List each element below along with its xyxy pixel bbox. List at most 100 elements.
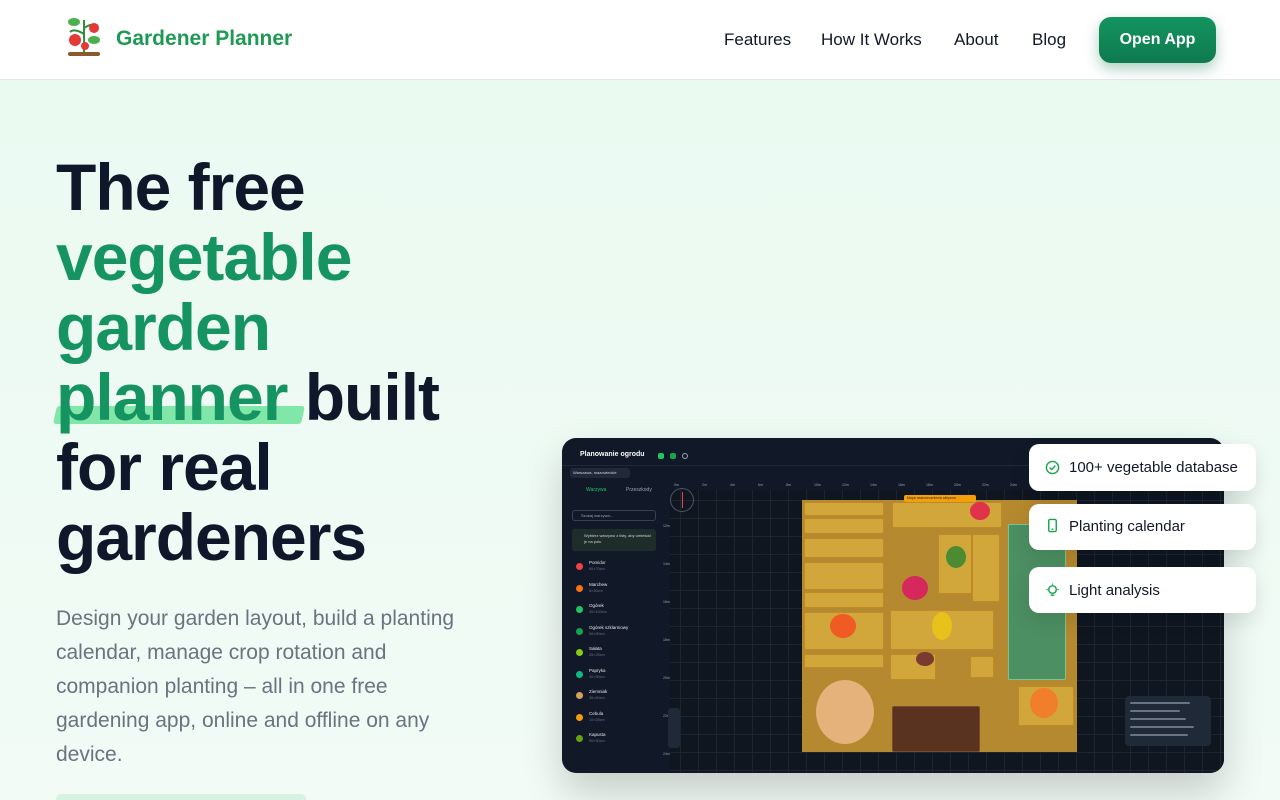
ruler-tick: 20m — [954, 483, 961, 487]
vegetable-list-item: Marchew 5×30cm — [572, 579, 656, 601]
hero-description: Design your garden layout, build a plant… — [56, 607, 455, 766]
tab-obstacles: Przeszkody — [626, 487, 652, 493]
hero-title-line: planner built — [56, 362, 536, 432]
leaf-icon — [658, 453, 664, 459]
vegetable-list-item: Ogórek 40×100cm — [572, 600, 656, 622]
hero-cta-partial[interactable] — [56, 794, 306, 800]
pumpkin-icon — [830, 614, 856, 638]
vegetable-icon — [576, 584, 583, 592]
potato-icon — [816, 680, 874, 744]
garden-bed — [970, 656, 994, 678]
vegetable-name: Pomidor — [589, 560, 606, 565]
ruler-tick: 4m — [730, 483, 735, 487]
hero-title-line: garden — [56, 290, 271, 364]
vegetable-size: 50×90cm — [589, 631, 605, 636]
vegetable-name: Kapusta — [589, 732, 606, 737]
garden-bed — [804, 654, 884, 668]
vegetable-icon — [576, 606, 583, 613]
ruler-tick: 10m — [814, 483, 821, 487]
vegetable-icon — [576, 563, 583, 570]
radish-icon — [970, 502, 990, 520]
app-title: Planowanie ogrodu — [580, 451, 645, 458]
vegetable-name: Cebula — [589, 710, 604, 716]
hint-box: Wybierz warzywo z listy, aby umieścić je… — [572, 529, 656, 551]
garden-bed — [804, 502, 884, 516]
vegetable-size: 40×100cm — [589, 610, 607, 614]
nav-features[interactable]: Features — [724, 30, 791, 50]
ruler-tick: 14m — [663, 562, 670, 566]
hero-title-line: for real — [56, 430, 273, 504]
hero-title-line: The free — [56, 150, 306, 224]
legend-line — [1130, 710, 1180, 712]
sun-map-notice: Mapa nasłonecznienia aktywna — [904, 495, 976, 502]
garden-bed — [804, 562, 884, 590]
ruler-tick: 24m — [1010, 483, 1017, 487]
vegetable-name: Ogórek — [589, 603, 604, 608]
ruler-tick: 16m — [663, 600, 670, 604]
compass-icon — [670, 488, 694, 512]
zoom-controls — [668, 708, 680, 748]
ruler-tick: 6m — [758, 483, 763, 487]
vegetable-search: Szukaj warzywa... — [572, 510, 656, 521]
ruler-tick: 14m — [870, 483, 877, 487]
location-selector: Warszawa, mazowieckie — [570, 468, 630, 478]
site-header: Gardener Planner Features How It Works A… — [0, 0, 1280, 80]
feature-card-calendar: Planting calendar — [1029, 504, 1256, 550]
legend-line — [1130, 718, 1186, 720]
vegetable-icon — [576, 670, 583, 678]
ruler-tick: 16m — [898, 483, 905, 487]
tab-vegetables: Warzywa — [586, 487, 607, 493]
vegetable-icon — [576, 649, 583, 656]
ruler-tick: 12m — [663, 524, 670, 528]
legend-line — [1130, 702, 1190, 704]
brand-name[interactable]: Gardener Planner — [116, 27, 292, 51]
cabbage-icon — [946, 546, 966, 568]
vegetable-list-item: Papryka 40×50cm — [572, 665, 656, 687]
vegetable-icon — [576, 735, 583, 742]
lightbulb-icon — [1046, 583, 1059, 596]
nav-about[interactable]: About — [954, 30, 998, 50]
feature-card-light: Light analysis — [1029, 567, 1256, 613]
vegetable-size: 25×25cm — [589, 653, 605, 657]
grid-icon — [670, 453, 676, 459]
feature-card-database: 100+ vegetable database — [1029, 444, 1256, 491]
ban-icon — [682, 453, 688, 459]
check-circle-icon — [1045, 460, 1060, 475]
hero-title-highlight: planner — [56, 360, 288, 434]
vegetable-size: 30×60cm — [589, 696, 605, 700]
ruler-tick: 2m — [702, 483, 707, 487]
tomato-plant-icon[interactable] — [64, 14, 104, 58]
ruler-tick: 18m — [926, 483, 933, 487]
vegetable-name: Papryka — [589, 667, 606, 673]
ruler-tick: 24m — [663, 752, 670, 756]
vegetable-list-item: Pomidor 60×70cm — [572, 557, 656, 579]
garden-bed — [804, 518, 884, 534]
vegetable-size: 40×50cm — [589, 674, 605, 679]
ruler-tick: 8m — [786, 483, 791, 487]
vegetable-list-item: Cebula 10×25cm — [572, 708, 656, 730]
open-app-button[interactable]: Open App — [1099, 17, 1216, 63]
nav-how-it-works[interactable]: How It Works — [821, 30, 922, 50]
corn-icon — [932, 612, 952, 640]
garden-bed — [804, 538, 884, 558]
ruler-tick: 0m — [674, 483, 679, 487]
vegetable-size: 5×30cm — [589, 588, 603, 593]
vegetable-name: Ogórek szklarniowy — [589, 624, 629, 630]
ruler-tick: 20m — [663, 676, 670, 680]
hero-title-line: vegetable — [56, 220, 352, 294]
vegetable-list-item: Sałata 25×25cm — [572, 643, 656, 665]
keyboard-shortcuts-panel — [1125, 696, 1211, 746]
vegetable-icon — [576, 627, 583, 635]
vegetable-list: Pomidor 60×70cm Marchew 5×30cm Ogórek 40×100c… — [572, 557, 656, 751]
nav-blog[interactable]: Blog — [1032, 30, 1066, 50]
feature-label: Light analysis — [1069, 582, 1160, 599]
mobile-icon — [1048, 518, 1057, 533]
hero-title: The free vegetable garden planner built … — [56, 152, 536, 572]
hero-title-line: gardeners — [56, 500, 367, 574]
compost-area — [892, 706, 980, 752]
vegetable-name: Ziemniak — [589, 689, 608, 694]
garden-bed — [972, 534, 1000, 602]
ruler-tick: 22m — [982, 483, 989, 487]
feature-label: 100+ vegetable database — [1069, 459, 1238, 476]
app-sidebar: Warzywa Przeszkody Szukaj warzywa... Wyb… — [568, 482, 666, 772]
